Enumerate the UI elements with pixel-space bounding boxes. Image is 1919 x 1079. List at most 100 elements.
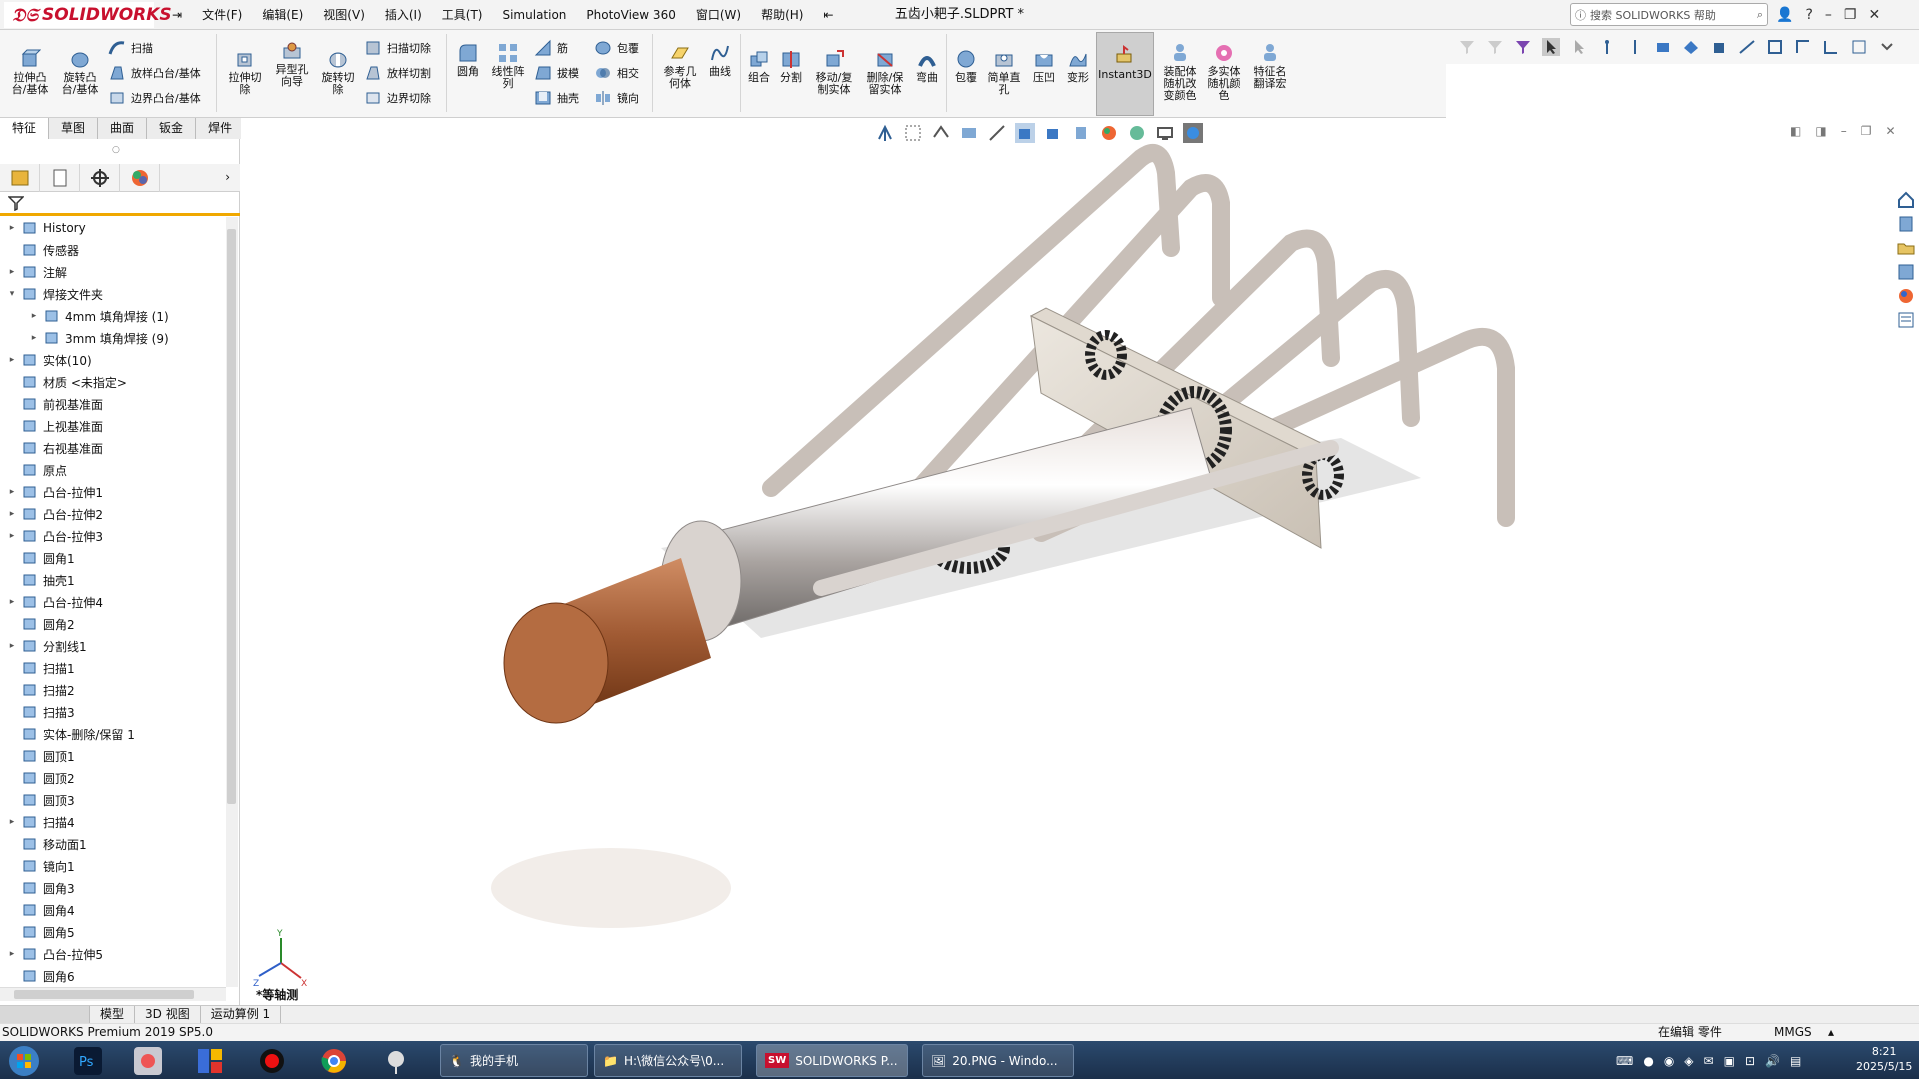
menu-item-0[interactable]: 文件(F) [192,0,252,30]
app-taskbar-icon-3[interactable] [196,1044,224,1077]
tree-node[interactable]: ▾ 焊接文件夹 [0,283,226,305]
panel-expand-arrow[interactable]: › [225,170,230,184]
wrap-button[interactable]: 包覆 [594,38,639,58]
file-explorer-icon[interactable] [1896,238,1916,258]
display-style-icon[interactable] [1043,123,1063,143]
tree-expand-arrow[interactable]: ▸ [6,817,18,827]
tree-node[interactable]: ▸ 3mm 填角焊接 (9) [0,327,226,349]
app-taskbar-icon-7[interactable] [382,1044,410,1077]
tab-2[interactable]: 曲面 [98,118,148,139]
view-settings-icon[interactable] [1155,123,1175,143]
tree-vertical-scrollbar[interactable] [226,217,238,987]
tree-expand-arrow[interactable]: ▾ [6,289,18,299]
revolve-boss-button[interactable]: 旋转凸 台/基体 [60,48,100,96]
taskbar-window-solidworks[interactable]: SW SOLIDWORKS P... [756,1044,908,1077]
viewport-close-icon[interactable]: ✕ [1885,124,1895,138]
extrude-boss-button[interactable]: 拉伸凸 台/基体 [10,48,50,96]
swept-cut-button[interactable]: 扫描切除 [364,38,431,58]
lofted-cut-button[interactable]: 放样切割 [364,63,431,83]
dynamic-annotation-icon[interactable] [987,123,1007,143]
menu-item-4[interactable]: 工具(T) [432,0,493,30]
menu-item-7[interactable]: 窗口(W) [686,0,751,30]
tree-node[interactable]: 扫描3 [0,701,226,723]
tree-expand-arrow[interactable]: ▸ [6,531,18,541]
tree-expand-arrow[interactable]: ▸ [6,641,18,651]
tree-node[interactable]: 圆角2 [0,613,226,635]
loop-icon[interactable] [1850,38,1868,56]
tree-expand-arrow[interactable]: ▸ [28,311,40,321]
split-button[interactable]: 分割 [776,48,806,84]
configuration-manager-tab[interactable] [80,163,120,192]
menu-item-1[interactable]: 编辑(E) [252,0,313,30]
tree-node[interactable]: 圆顶3 [0,789,226,811]
tree-expand-arrow[interactable]: ▸ [6,509,18,519]
start-button[interactable] [8,1044,40,1077]
mirror-button[interactable]: 镜向 [594,88,639,108]
minimize-icon[interactable]: – [1825,7,1832,23]
appearances-scenes-icon[interactable] [1896,286,1916,306]
tree-node[interactable]: 圆角6 [0,965,226,987]
tab-4[interactable]: 焊件 [196,118,246,139]
assembly-random-color-button[interactable]: 装配体 随机改 变颜色 [1160,42,1200,102]
plane-icon[interactable] [1654,38,1672,56]
curves-button[interactable]: 曲线 [704,42,736,78]
origin-icon[interactable] [1822,38,1840,56]
network-icon[interactable]: ⊡ [1745,1054,1755,1068]
apply-scene-icon[interactable] [1127,123,1147,143]
tree-node[interactable]: 扫描1 [0,657,226,679]
units-caret-icon[interactable]: ▴ [1828,1024,1834,1041]
fillet-button[interactable]: 圆角 [452,42,484,78]
indent-button[interactable]: 压凹 [1028,48,1060,84]
tab-scroll-buttons[interactable] [0,1005,90,1024]
axis-icon[interactable] [1626,38,1644,56]
hole-wizard-button[interactable]: 异型孔 向导 [270,40,314,88]
tab-0[interactable]: 特征 [0,118,50,139]
menu-item-8[interactable]: 帮助(H) [751,0,813,30]
tray-icon-3[interactable]: ◈ [1684,1054,1693,1068]
viewport-minimize-icon[interactable]: – [1841,124,1847,138]
solidworks-resources-icon[interactable] [1896,190,1916,210]
wechat-tray-icon[interactable]: ✉ [1704,1054,1714,1068]
body-icon[interactable] [1710,38,1728,56]
menu-item-3[interactable]: 插入(I) [375,0,432,30]
draft-button[interactable]: 拔模 [534,63,579,83]
tree-node[interactable]: ▸ History [0,217,226,239]
rib-button[interactable]: 筋 [534,38,568,58]
tree-node[interactable]: ▸ 注解 [0,261,226,283]
multibody-random-color-button[interactable]: 多实体 随机颜 色 [1204,42,1244,102]
taskbar-window-my-phone[interactable]: 🐧 我的手机 [440,1044,588,1077]
tree-node[interactable]: 上视基准面 [0,415,226,437]
face-icon[interactable] [1682,38,1700,56]
taskbar-window-explorer[interactable]: 📁 H:\微信公众号\0... [594,1044,742,1077]
combine-button[interactable]: 组合 [744,48,774,84]
tree-node[interactable]: 原点 [0,459,226,481]
help-search-input[interactable]: ⓘ 搜索 SOLIDWORKS 帮助 ⌕ [1570,3,1768,26]
units-selector[interactable]: MMGS [1774,1024,1812,1041]
instant3d-button[interactable]: Instant3D [1096,32,1154,116]
tree-node[interactable]: ▸ 凸台-拉伸4 [0,591,226,613]
revolve-cut-button[interactable]: 旋转切 除 [318,48,358,96]
chrome-taskbar-icon[interactable] [320,1044,348,1077]
close-icon[interactable]: ✕ [1868,7,1880,23]
hide-show-items-icon[interactable] [1071,123,1091,143]
tree-node[interactable]: 圆角1 [0,547,226,569]
scrollbar-thumb[interactable] [227,229,236,804]
tile-right-icon[interactable]: ◨ [1815,124,1826,138]
edit-appearance-icon[interactable] [1099,123,1119,143]
menu-item-5[interactable]: Simulation [492,0,576,30]
tray-icon-2[interactable]: ◉ [1664,1054,1674,1068]
vertex-icon[interactable] [1766,38,1784,56]
help-question-icon[interactable]: ? [1805,7,1812,23]
tree-node[interactable]: 圆顶1 [0,745,226,767]
feature-translate-macro-button[interactable]: 特征名 翻译宏 [1250,42,1290,90]
tree-node[interactable]: ▸ 实体(10) [0,349,226,371]
boundary-cut-button[interactable]: 边界切除 [364,88,431,108]
custom-properties-icon[interactable] [1896,310,1916,330]
appearance-manager-tab[interactable] [120,163,160,192]
tree-filter[interactable] [0,192,240,216]
tree-node[interactable]: 圆顶2 [0,767,226,789]
solidworks-logo[interactable]: 𝔇𝔖 SOLIDWORKS [4,2,172,28]
tray-icon-1[interactable]: ● [1643,1054,1653,1068]
tree-node[interactable]: ▸ 凸台-拉伸2 [0,503,226,525]
delete-keep-body-button[interactable]: 删除/保 留实体 [862,48,908,96]
